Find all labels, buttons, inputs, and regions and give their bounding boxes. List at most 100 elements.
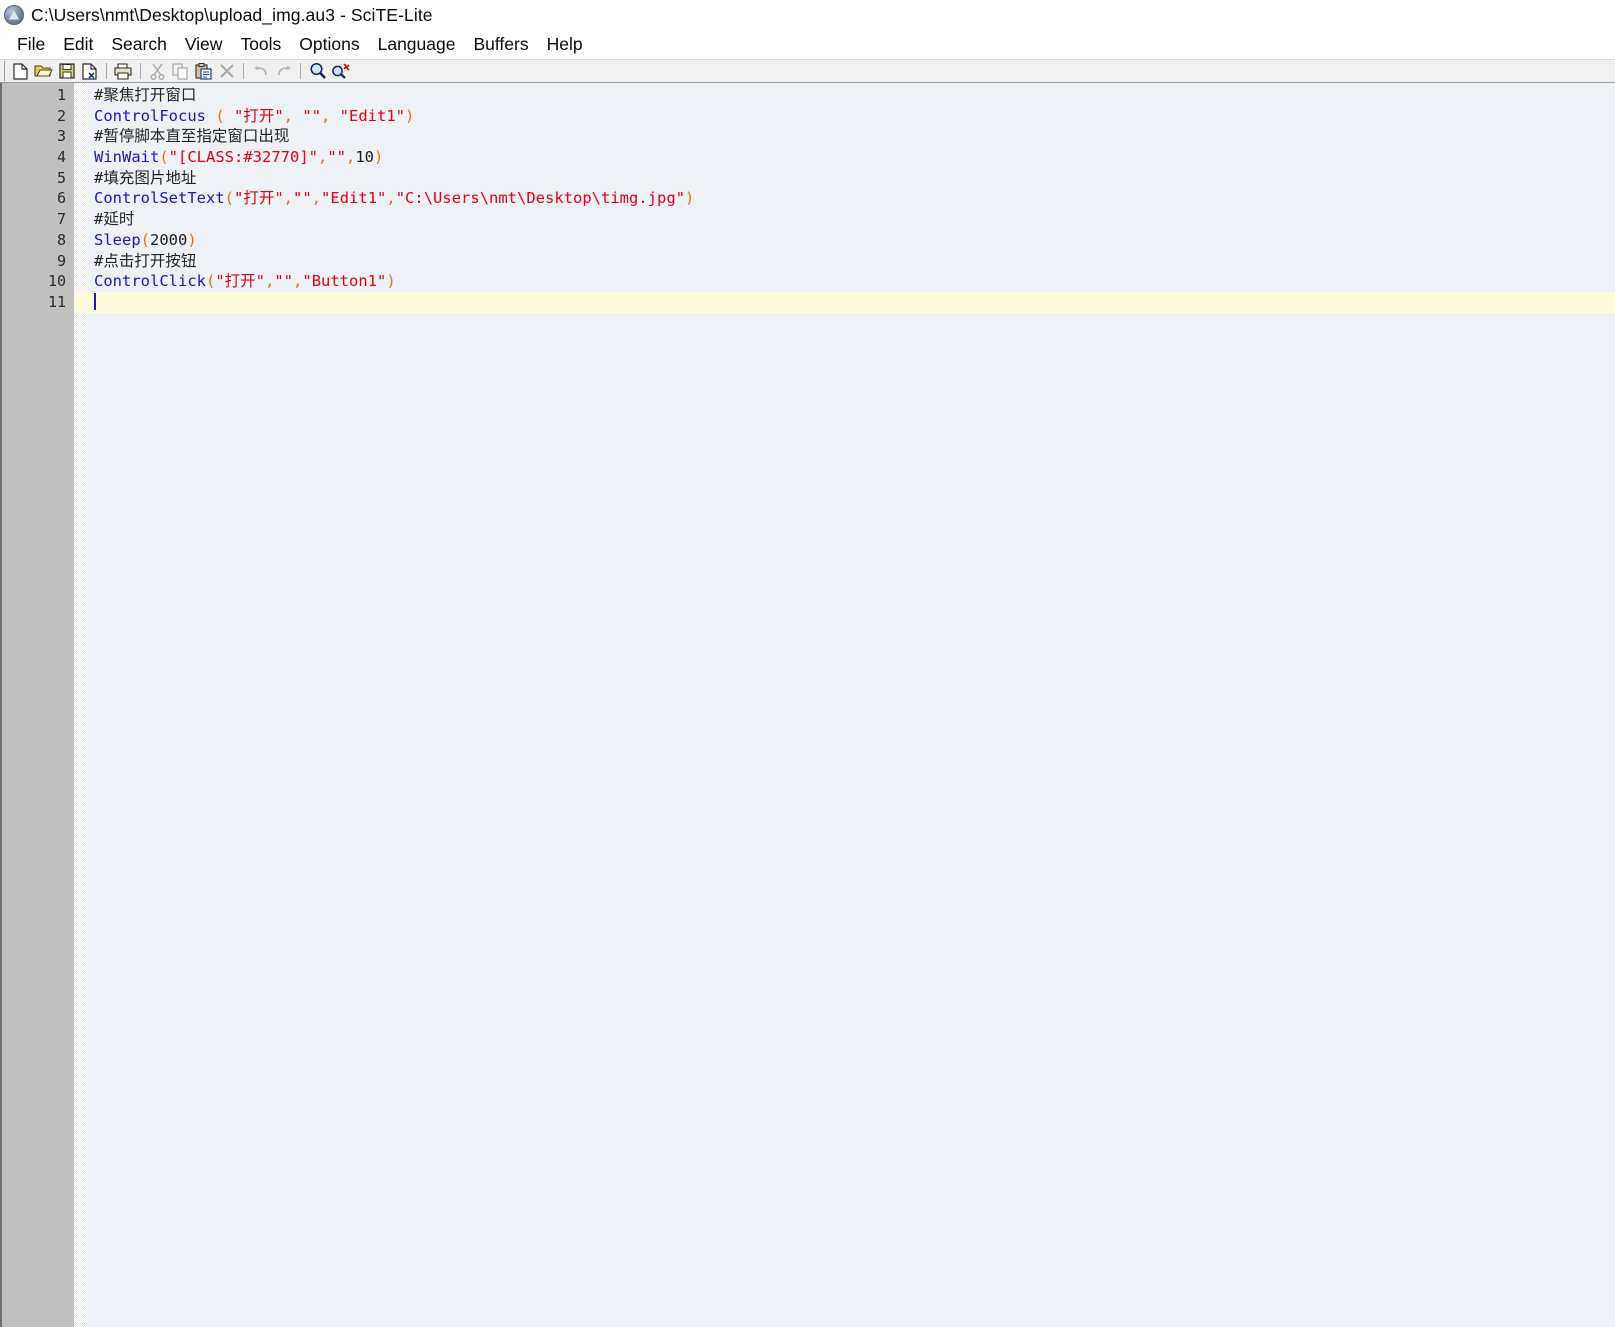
- token-punct: ,: [293, 272, 303, 291]
- line-number: 10: [47, 272, 66, 291]
- code-line[interactable]: WinWait("[CLASS:#32770]","",10): [88, 147, 1615, 168]
- line-number: 9: [56, 251, 66, 270]
- code-line[interactable]: #聚焦打开窗口: [88, 85, 1615, 106]
- code-line[interactable]: Sleep(2000): [88, 230, 1615, 251]
- line-number: 3: [56, 127, 66, 146]
- token-comment: #填充图片地址: [94, 168, 197, 187]
- menu-edit[interactable]: Edit: [54, 30, 102, 59]
- toolbar: [0, 59, 1615, 83]
- token-comment: #点击打开按钮: [94, 251, 197, 270]
- line-number: 4: [56, 148, 66, 167]
- paste-icon[interactable]: [192, 60, 215, 82]
- save-file-icon[interactable]: [55, 60, 78, 82]
- menu-file[interactable]: File: [8, 30, 54, 59]
- token-str: "打开": [233, 106, 284, 125]
- redo-icon[interactable]: [272, 60, 295, 82]
- token-func: ControlSetText: [94, 189, 225, 208]
- code-area[interactable]: #聚焦打开窗口 ControlFocus ( "打开", "", "Edit1")…: [74, 83, 1615, 1327]
- token-punct: ,: [265, 272, 275, 291]
- token-func: WinWait: [94, 148, 160, 167]
- menu-search[interactable]: Search: [102, 30, 175, 59]
- line-number: 5: [56, 168, 66, 187]
- delete-icon[interactable]: [215, 60, 238, 82]
- line-number: 8: [56, 230, 66, 249]
- token-punct: ,: [283, 189, 294, 208]
- toolbar-grip: [4, 61, 5, 81]
- title-bar: C:\Users\nmt\Desktop\upload_img.au3 - Sc…: [0, 0, 1615, 30]
- print-icon[interactable]: [112, 60, 135, 82]
- menu-bar: File Edit Search View Tools Options Lang…: [0, 30, 1615, 59]
- menu-buffers[interactable]: Buffers: [464, 30, 537, 59]
- menu-help[interactable]: Help: [538, 30, 592, 59]
- token-punct: ,: [346, 148, 356, 167]
- token-punct: ,: [317, 148, 328, 167]
- token-str: "Edit1": [339, 106, 405, 125]
- token-punct: ): [685, 189, 695, 208]
- code-line[interactable]: #延时: [88, 209, 1615, 230]
- editor-pane[interactable]: 1 2 3 4 5 6 7 8 9 10 11 #聚焦打开窗口 ControlFocus ( "打开"…: [0, 83, 1615, 1327]
- code-line[interactable]: [74, 291, 1615, 313]
- token-punct: (: [205, 106, 234, 125]
- code-line[interactable]: ControlSetText("打开","","Edit1","C:\Users…: [88, 188, 1615, 209]
- token-comment: #延时: [94, 210, 135, 229]
- line-number: 1: [56, 86, 66, 104]
- token-str: "Button1": [302, 272, 387, 291]
- token-punct: ,: [321, 106, 340, 125]
- token-str: "": [274, 272, 294, 291]
- menu-language[interactable]: Language: [369, 30, 465, 59]
- code-line[interactable]: ControlClick("打开","","Button1"): [88, 271, 1615, 292]
- autoit-logo-icon: [4, 5, 24, 25]
- token-str: "C:\Users\nmt\Desktop\timg.jpg": [395, 189, 685, 208]
- token-punct: (: [140, 230, 151, 249]
- token-punct: ): [374, 148, 384, 167]
- token-func: Sleep: [94, 230, 141, 249]
- code-line[interactable]: #点击打开按钮: [88, 251, 1615, 272]
- new-file-icon[interactable]: [9, 60, 32, 82]
- close-file-icon[interactable]: [78, 60, 101, 82]
- open-file-icon[interactable]: [32, 60, 55, 82]
- token-comment: #暂停脚本直至指定窗口出现: [94, 127, 290, 146]
- token-punct: (: [205, 272, 216, 291]
- text-caret: [94, 292, 96, 310]
- token-punct: ,: [386, 189, 396, 208]
- token-str: "打开": [234, 189, 284, 208]
- toolbar-separator-3: [243, 63, 244, 79]
- undo-icon[interactable]: [249, 60, 272, 82]
- token-punct: ): [405, 106, 415, 125]
- toolbar-separator-1: [106, 63, 107, 79]
- toolbar-separator-2: [140, 63, 141, 79]
- token-func: ControlFocus: [94, 106, 206, 125]
- token-str: "Edit1": [321, 189, 387, 208]
- menu-view[interactable]: View: [176, 30, 232, 59]
- token-num: 2000: [150, 230, 188, 249]
- code-line[interactable]: #填充图片地址: [88, 168, 1615, 189]
- fold-margin[interactable]: [74, 83, 88, 1327]
- menu-tools[interactable]: Tools: [231, 30, 290, 59]
- line-number-gutter: 1 2 3 4 5 6 7 8 9 10 11: [2, 83, 74, 1327]
- code-line[interactable]: ControlFocus ( "打开", "", "Edit1"): [88, 106, 1615, 127]
- token-comment: #聚焦打开窗口: [94, 86, 197, 104]
- menu-options[interactable]: Options: [290, 30, 368, 59]
- token-func: ControlClick: [94, 272, 206, 291]
- token-str: "": [293, 189, 312, 208]
- toolbar-separator-4: [300, 63, 301, 79]
- token-str: "": [302, 106, 321, 125]
- copy-icon[interactable]: [169, 60, 192, 82]
- token-str: "打开": [215, 272, 265, 291]
- line-number: 7: [56, 210, 66, 229]
- code-line[interactable]: #暂停脚本直至指定窗口出现: [88, 126, 1615, 147]
- token-punct: ,: [311, 189, 322, 208]
- replace-icon[interactable]: [329, 60, 352, 82]
- token-punct: (: [159, 148, 169, 167]
- line-number: 6: [56, 189, 66, 208]
- line-number: 2: [56, 106, 66, 125]
- token-str: "[CLASS:#32770]": [168, 148, 318, 167]
- token-punct: ): [386, 272, 396, 291]
- token-str: "": [327, 148, 346, 167]
- token-punct: ,: [283, 106, 303, 125]
- find-icon[interactable]: [306, 60, 329, 82]
- window-title: C:\Users\nmt\Desktop\upload_img.au3 - Sc…: [31, 4, 433, 25]
- cut-icon[interactable]: [146, 60, 169, 82]
- token-punct: (: [224, 189, 234, 208]
- line-number: 11: [47, 292, 66, 311]
